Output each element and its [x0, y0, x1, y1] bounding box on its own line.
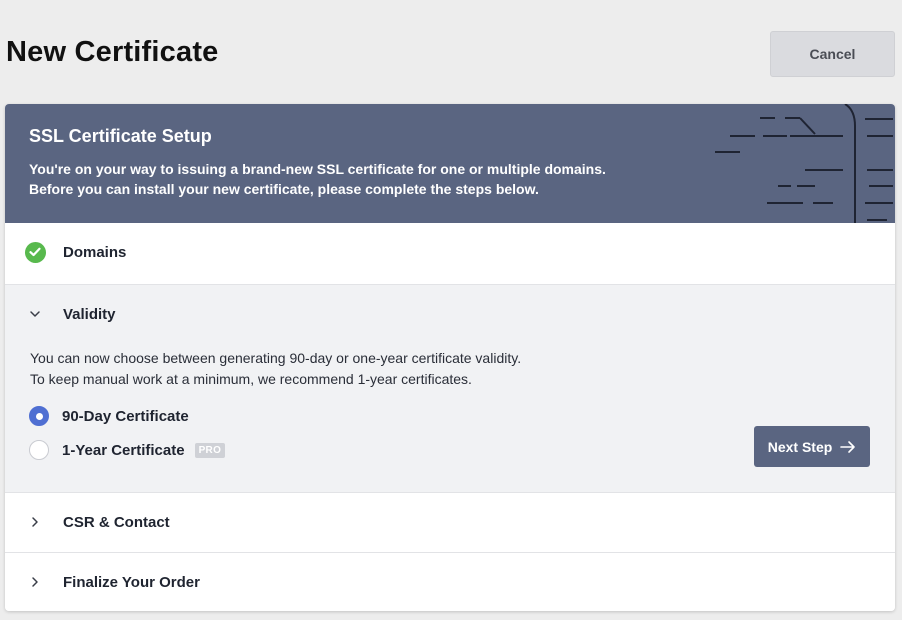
validity-description-line: To keep manual work at a minimum, we rec… — [30, 371, 472, 387]
radio-label: 90-Day Certificate — [62, 407, 189, 425]
chevron-right-icon — [32, 517, 38, 527]
banner-description-line: Before you can install your new certific… — [29, 181, 539, 197]
step-label: Domains — [63, 243, 127, 261]
next-step-label: Next Step — [767, 438, 833, 455]
certificate-setup-card: SSL Certificate Setup You're on your way… — [5, 104, 895, 611]
step-csr-contact: CSR & Contact — [5, 492, 895, 552]
step-label: Finalize Your Order — [63, 573, 200, 591]
cancel-button[interactable]: Cancel — [770, 31, 895, 77]
radio-option-1-year[interactable]: 1-Year Certificate PRO — [29, 440, 226, 460]
validity-description-line: You can now choose between generating 90… — [30, 350, 522, 366]
step-validity-header[interactable]: Validity — [5, 285, 895, 343]
next-step-button[interactable]: Next Step — [754, 426, 870, 467]
banner-description: You're on your way to issuing a brand-ne… — [29, 159, 669, 199]
radio-label: 1-Year Certificate — [62, 441, 185, 459]
setup-banner: SSL Certificate Setup You're on your way… — [5, 104, 895, 223]
radio-button-selected[interactable] — [29, 406, 49, 426]
chevron-down-icon — [30, 311, 40, 317]
step-label: Validity — [63, 305, 116, 323]
chevron-right-icon — [32, 577, 38, 587]
decorative-lines-illustration — [715, 104, 893, 223]
page-title: New Certificate — [6, 36, 219, 68]
arrow-right-icon — [840, 440, 856, 453]
validity-description: You can now choose between generating 90… — [30, 348, 650, 390]
step-csr-contact-header[interactable]: CSR & Contact — [5, 493, 895, 551]
step-finalize-order: Finalize Your Order — [5, 552, 895, 611]
radio-button[interactable] — [29, 440, 49, 460]
pro-badge: PRO — [194, 442, 226, 458]
step-finalize-order-header[interactable]: Finalize Your Order — [5, 553, 895, 611]
banner-description-line: You're on your way to issuing a brand-ne… — [29, 161, 606, 177]
step-label: CSR & Contact — [63, 513, 170, 531]
check-circle-icon — [24, 241, 46, 263]
step-domains-header[interactable]: Domains — [5, 223, 895, 281]
radio-option-90-day[interactable]: 90-Day Certificate — [29, 406, 189, 426]
banner-title: SSL Certificate Setup — [29, 126, 212, 146]
step-domains: Domains — [5, 223, 895, 284]
